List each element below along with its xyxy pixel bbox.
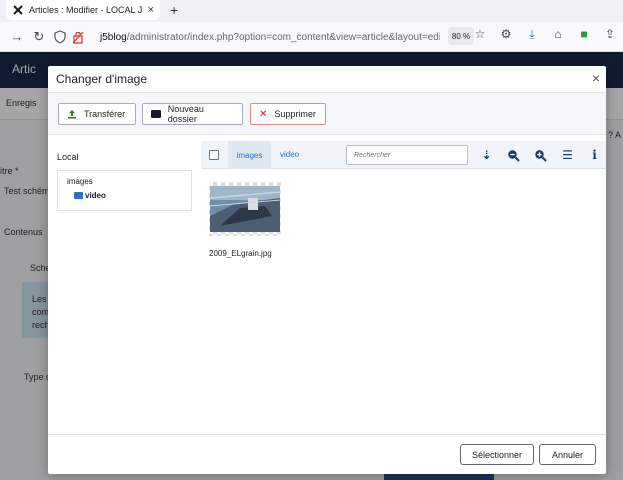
close-icon[interactable]: × bbox=[592, 70, 600, 86]
cancel-button[interactable]: Annuler bbox=[539, 444, 596, 465]
delete-x-icon: ✕ bbox=[259, 108, 268, 120]
media-actions-bar: Transférer Nouveau dossier ✕ Supprimer bbox=[48, 93, 606, 135]
reload-icon[interactable]: ↻ bbox=[28, 29, 50, 45]
select-button[interactable]: Sélectionner bbox=[460, 444, 534, 465]
tab-close-icon[interactable]: × bbox=[148, 4, 154, 16]
tree-item-images[interactable]: images bbox=[67, 177, 93, 186]
new-folder-label: Nouveau dossier bbox=[167, 104, 204, 124]
modal-title: Changer d'image bbox=[56, 72, 148, 86]
tab-title: Articles : Modifier - LOCAL J5 - bbox=[29, 5, 143, 15]
new-folder-button[interactable]: Nouveau dossier bbox=[142, 103, 243, 125]
url-path: /administrator/index.php?option=com_cont… bbox=[126, 31, 440, 43]
upload-icon bbox=[68, 110, 76, 119]
browser-toolbar: images video ⇣ ☰ i bbox=[201, 141, 606, 169]
image-preview bbox=[210, 186, 280, 232]
bookmark-star-icon[interactable]: ☆ bbox=[471, 27, 489, 42]
extensions-icon[interactable]: ⚙ bbox=[497, 27, 515, 42]
folder-icon bbox=[151, 110, 161, 118]
upload-button[interactable]: Transférer bbox=[58, 103, 136, 125]
home-icon[interactable]: ⌂ bbox=[549, 27, 567, 42]
list-view-icon[interactable]: ☰ bbox=[554, 146, 581, 164]
download-icon[interactable]: ⤓ bbox=[523, 27, 541, 42]
modal-footer: Sélectionner Annuler bbox=[48, 434, 606, 474]
tree-item-video[interactable]: video bbox=[74, 191, 106, 200]
url-host: j5blog bbox=[100, 31, 127, 43]
share-icon[interactable]: ⇪ bbox=[601, 27, 619, 42]
zoom-in-icon[interactable] bbox=[527, 146, 554, 164]
new-tab-button[interactable]: + bbox=[170, 2, 178, 18]
file-thumbnail[interactable] bbox=[209, 182, 281, 236]
zoom-out-icon[interactable] bbox=[500, 146, 527, 164]
shield-icon[interactable] bbox=[54, 29, 66, 44]
url-bar[interactable]: j5blog/administrator/index.php?option=co… bbox=[100, 26, 440, 48]
browser-tab[interactable]: Articles : Modifier - LOCAL J5 - × bbox=[6, 0, 160, 20]
delete-label: Supprimer bbox=[274, 109, 316, 119]
joomla-favicon-icon bbox=[13, 5, 23, 15]
change-image-modal: Changer d'image × Transférer Nouveau dos… bbox=[48, 66, 606, 474]
media-sidebar: Local images video bbox=[48, 135, 200, 433]
forward-arrow-icon[interactable]: → bbox=[6, 29, 28, 44]
extension-green-icon[interactable]: ■ bbox=[575, 27, 593, 42]
file-name[interactable]: 2009_ELgrain.jpg bbox=[209, 249, 272, 258]
breadcrumb-images[interactable]: images bbox=[228, 141, 271, 169]
delete-button[interactable]: ✕ Supprimer bbox=[250, 103, 326, 125]
insecure-lock-icon[interactable] bbox=[72, 30, 84, 44]
breadcrumb-video[interactable]: video bbox=[280, 150, 299, 159]
modal-header: Changer d'image × bbox=[48, 66, 606, 93]
sidebar-title: Local bbox=[57, 152, 79, 162]
select-all-checkbox[interactable] bbox=[209, 150, 219, 160]
folder-open-icon bbox=[74, 192, 83, 199]
sort-icon[interactable]: ⇣ bbox=[473, 146, 500, 164]
folder-tree: images video bbox=[57, 170, 192, 211]
tree-item-video-label: video bbox=[85, 191, 106, 200]
media-browser: images video ⇣ ☰ i bbox=[201, 135, 606, 433]
browser-tabbar: Articles : Modifier - LOCAL J5 - × + bbox=[0, 0, 623, 22]
upload-label: Transférer bbox=[84, 109, 126, 119]
search-input[interactable] bbox=[346, 145, 468, 165]
info-icon[interactable]: i bbox=[581, 146, 608, 164]
browser-navbar: → ↻ j5blog/administrator/index.php?optio… bbox=[0, 22, 623, 52]
